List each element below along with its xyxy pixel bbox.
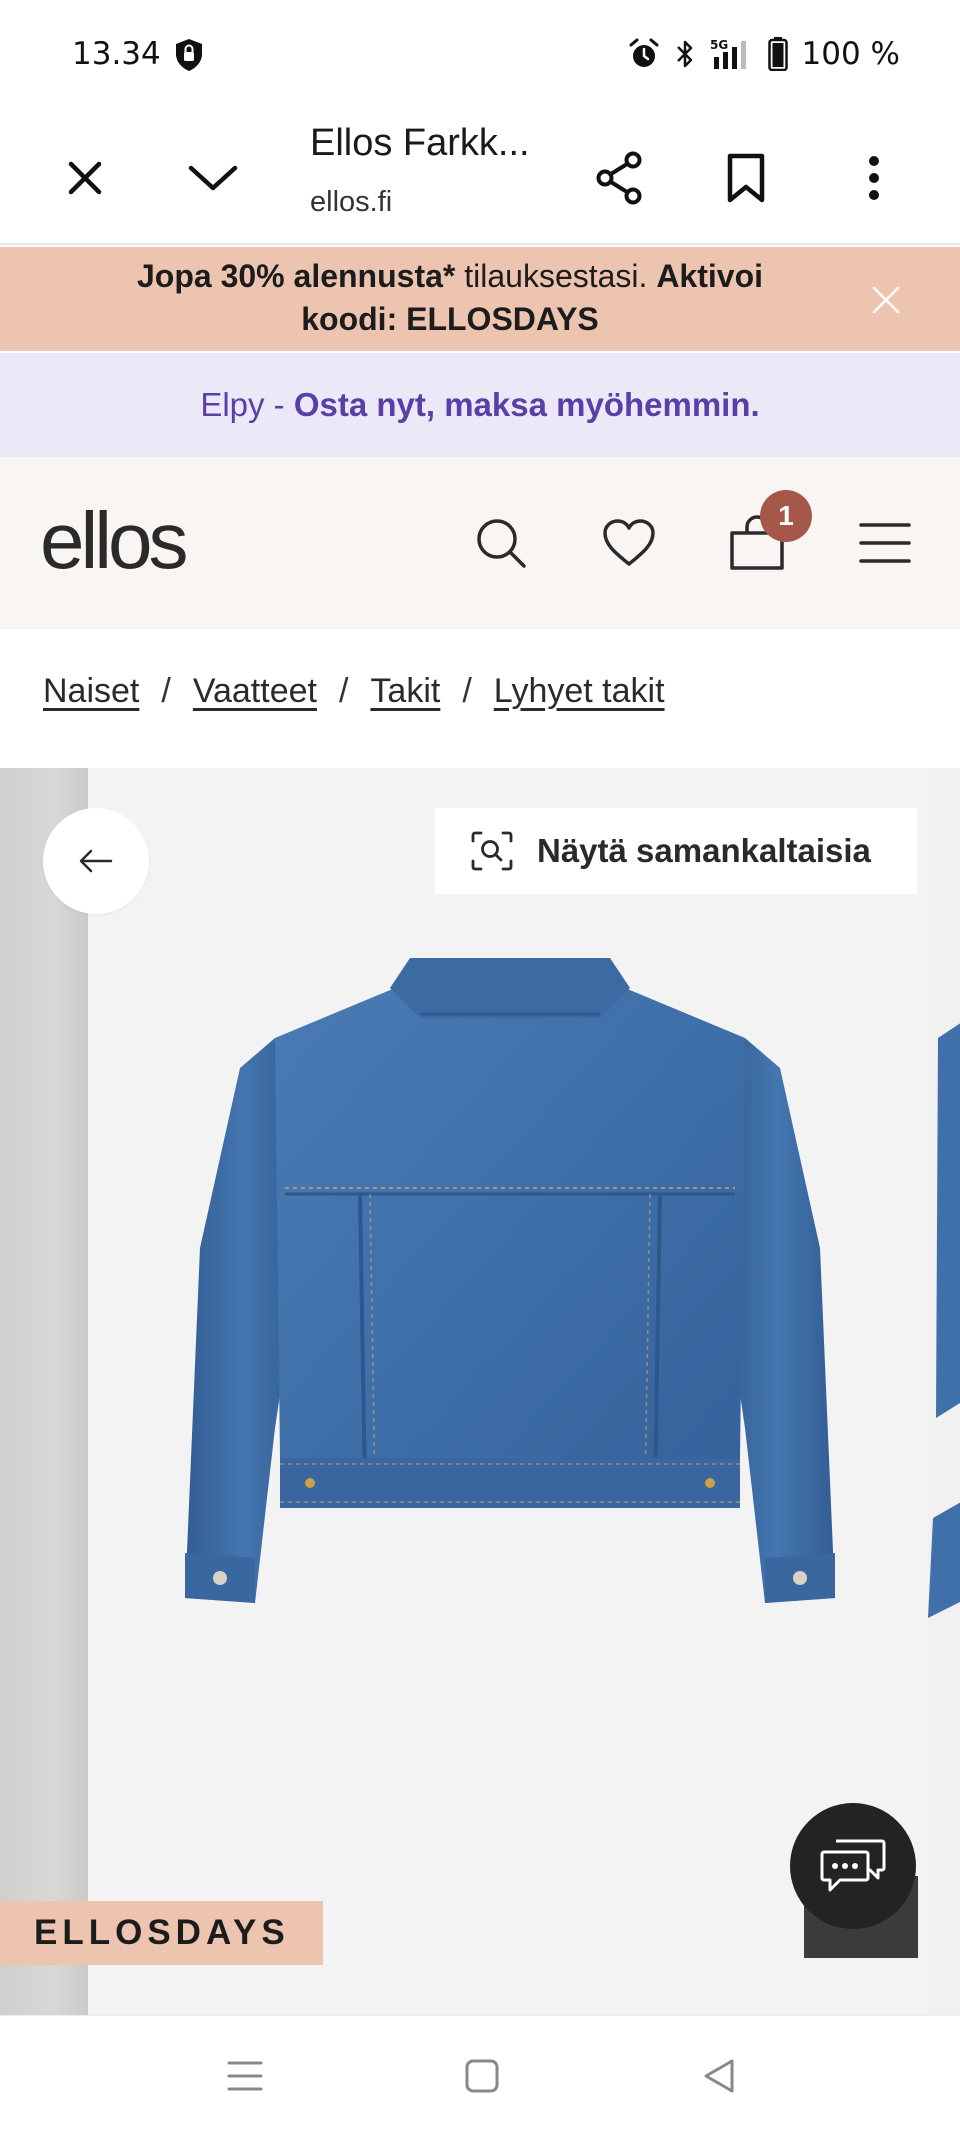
breadcrumb-separator: / <box>338 672 349 710</box>
status-time: 13.34 <box>72 36 161 72</box>
recent-apps-icon <box>227 2061 263 2091</box>
breadcrumb-lyhyet-takit[interactable]: Lyhyet takit <box>494 672 665 711</box>
breadcrumb-naiset[interactable]: Naiset <box>43 672 139 711</box>
back-triangle-icon <box>704 2059 734 2093</box>
promo-highlight: Jopa 30% alennusta* <box>137 258 456 294</box>
back-button[interactable] <box>43 808 149 914</box>
search-icon <box>477 519 526 568</box>
menu-button[interactable] <box>845 503 925 583</box>
promo-close-button[interactable] <box>862 276 910 324</box>
show-similar-button[interactable]: Näytä samankaltaisia <box>435 808 917 894</box>
minimize-button[interactable] <box>173 138 253 218</box>
denim-jacket-image <box>185 958 835 1603</box>
alarm-icon <box>629 38 659 67</box>
bookmark-button[interactable] <box>706 138 786 218</box>
page-title: Ellos Farkk... <box>310 122 530 164</box>
close-icon <box>872 286 900 314</box>
more-options-button[interactable] <box>834 138 914 218</box>
system-navigation-bar <box>0 2015 960 2133</box>
recent-apps-button[interactable] <box>205 2046 285 2106</box>
arrow-left-icon <box>79 849 113 873</box>
status-bar: 13.34 5G 100 % <box>0 0 960 110</box>
svg-text:5G: 5G <box>710 38 728 52</box>
campaign-tag: ELLOSDAYS <box>0 1901 323 1965</box>
share-button[interactable] <box>579 138 659 218</box>
browser-toolbar: Ellos Farkk... ellos.fi <box>0 110 960 245</box>
close-icon <box>68 161 102 195</box>
heart-icon <box>603 519 655 566</box>
chat-bubbles-icon <box>820 1839 886 1892</box>
bookmark-icon <box>727 153 765 203</box>
home-button[interactable] <box>442 2046 522 2106</box>
site-header: ellos 1 <box>0 457 960 629</box>
promo-body: tilauksestasi. <box>455 258 657 294</box>
bluetooth-icon <box>676 40 692 68</box>
home-square-icon <box>465 2059 499 2093</box>
wishlist-button[interactable] <box>589 503 669 583</box>
share-icon <box>596 151 642 205</box>
breadcrumb-vaatteet[interactable]: Vaatteet <box>193 672 317 711</box>
previous-image-peek[interactable] <box>0 768 88 2015</box>
visual-search-icon <box>471 831 513 871</box>
hamburger-menu-icon <box>859 523 911 563</box>
system-back-button[interactable] <box>679 2046 759 2106</box>
next-jacket-peek <box>928 1023 960 1618</box>
close-tab-button[interactable] <box>45 138 125 218</box>
search-button[interactable] <box>461 503 541 583</box>
show-similar-label: Näytä samankaltaisia <box>537 832 871 869</box>
breadcrumb-separator: / <box>462 672 472 710</box>
breadcrumb: Naiset / Vaatteet / Takit / Lyhyet takit <box>43 672 665 711</box>
breadcrumb-separator: / <box>161 672 171 710</box>
battery-percent: 100 % <box>801 36 900 72</box>
chat-button[interactable] <box>790 1803 916 1929</box>
payment-provider: Elpy - <box>200 386 294 423</box>
breadcrumb-takit[interactable]: Takit <box>370 672 440 711</box>
signal-icon: 5G <box>710 38 746 69</box>
payment-banner[interactable]: Elpy - Osta nyt, maksa myöhemmin. <box>0 353 960 457</box>
chevron-down-icon <box>188 165 238 191</box>
status-icons: 5G 100 % <box>628 34 900 74</box>
promo-banner: Jopa 30% alennusta* tilauksestasi. Aktiv… <box>0 247 960 351</box>
more-vertical-icon <box>869 156 879 200</box>
promo-text: Jopa 30% alennusta* tilauksestasi. Aktiv… <box>100 255 800 341</box>
ellos-logo[interactable]: ellos <box>40 495 189 587</box>
battery-icon <box>767 37 788 71</box>
shield-icon <box>176 39 202 71</box>
product-image-gallery[interactable]: Näytä samankaltaisia ELLOSDAYS <box>0 768 960 2015</box>
page-url: ellos.fi <box>310 186 393 218</box>
payment-slogan: Osta nyt, maksa myöhemmin. <box>293 386 760 423</box>
cart-count-badge: 1 <box>760 490 812 542</box>
